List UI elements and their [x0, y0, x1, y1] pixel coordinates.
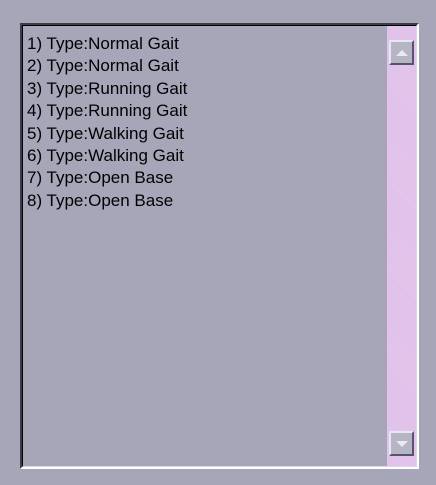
list-item[interactable]: 4) Type:Running Gait [27, 100, 386, 122]
scroll-down-button[interactable] [389, 431, 414, 456]
vertical-scrollbar[interactable] [387, 26, 416, 466]
gait-list-panel: 1) Type:Normal Gait 2) Type:Normal Gait … [0, 0, 436, 485]
list-item[interactable]: 7) Type:Open Base [27, 167, 386, 189]
listbox-frame: 1) Type:Normal Gait 2) Type:Normal Gait … [22, 25, 417, 467]
triangle-up-icon [395, 49, 408, 56]
list-item[interactable]: 1) Type:Normal Gait [27, 33, 386, 55]
list-item[interactable]: 3) Type:Running Gait [27, 78, 386, 100]
list-item[interactable]: 5) Type:Walking Gait [27, 123, 386, 145]
list-items: 1) Type:Normal Gait 2) Type:Normal Gait … [27, 33, 386, 466]
list-item[interactable]: 2) Type:Normal Gait [27, 55, 386, 77]
list-item[interactable]: 8) Type:Open Base [27, 190, 386, 212]
scroll-up-button[interactable] [389, 40, 414, 65]
triangle-down-icon [395, 440, 408, 447]
gait-type-listbox[interactable]: 1) Type:Normal Gait 2) Type:Normal Gait … [20, 23, 419, 469]
list-item[interactable]: 6) Type:Walking Gait [27, 145, 386, 167]
